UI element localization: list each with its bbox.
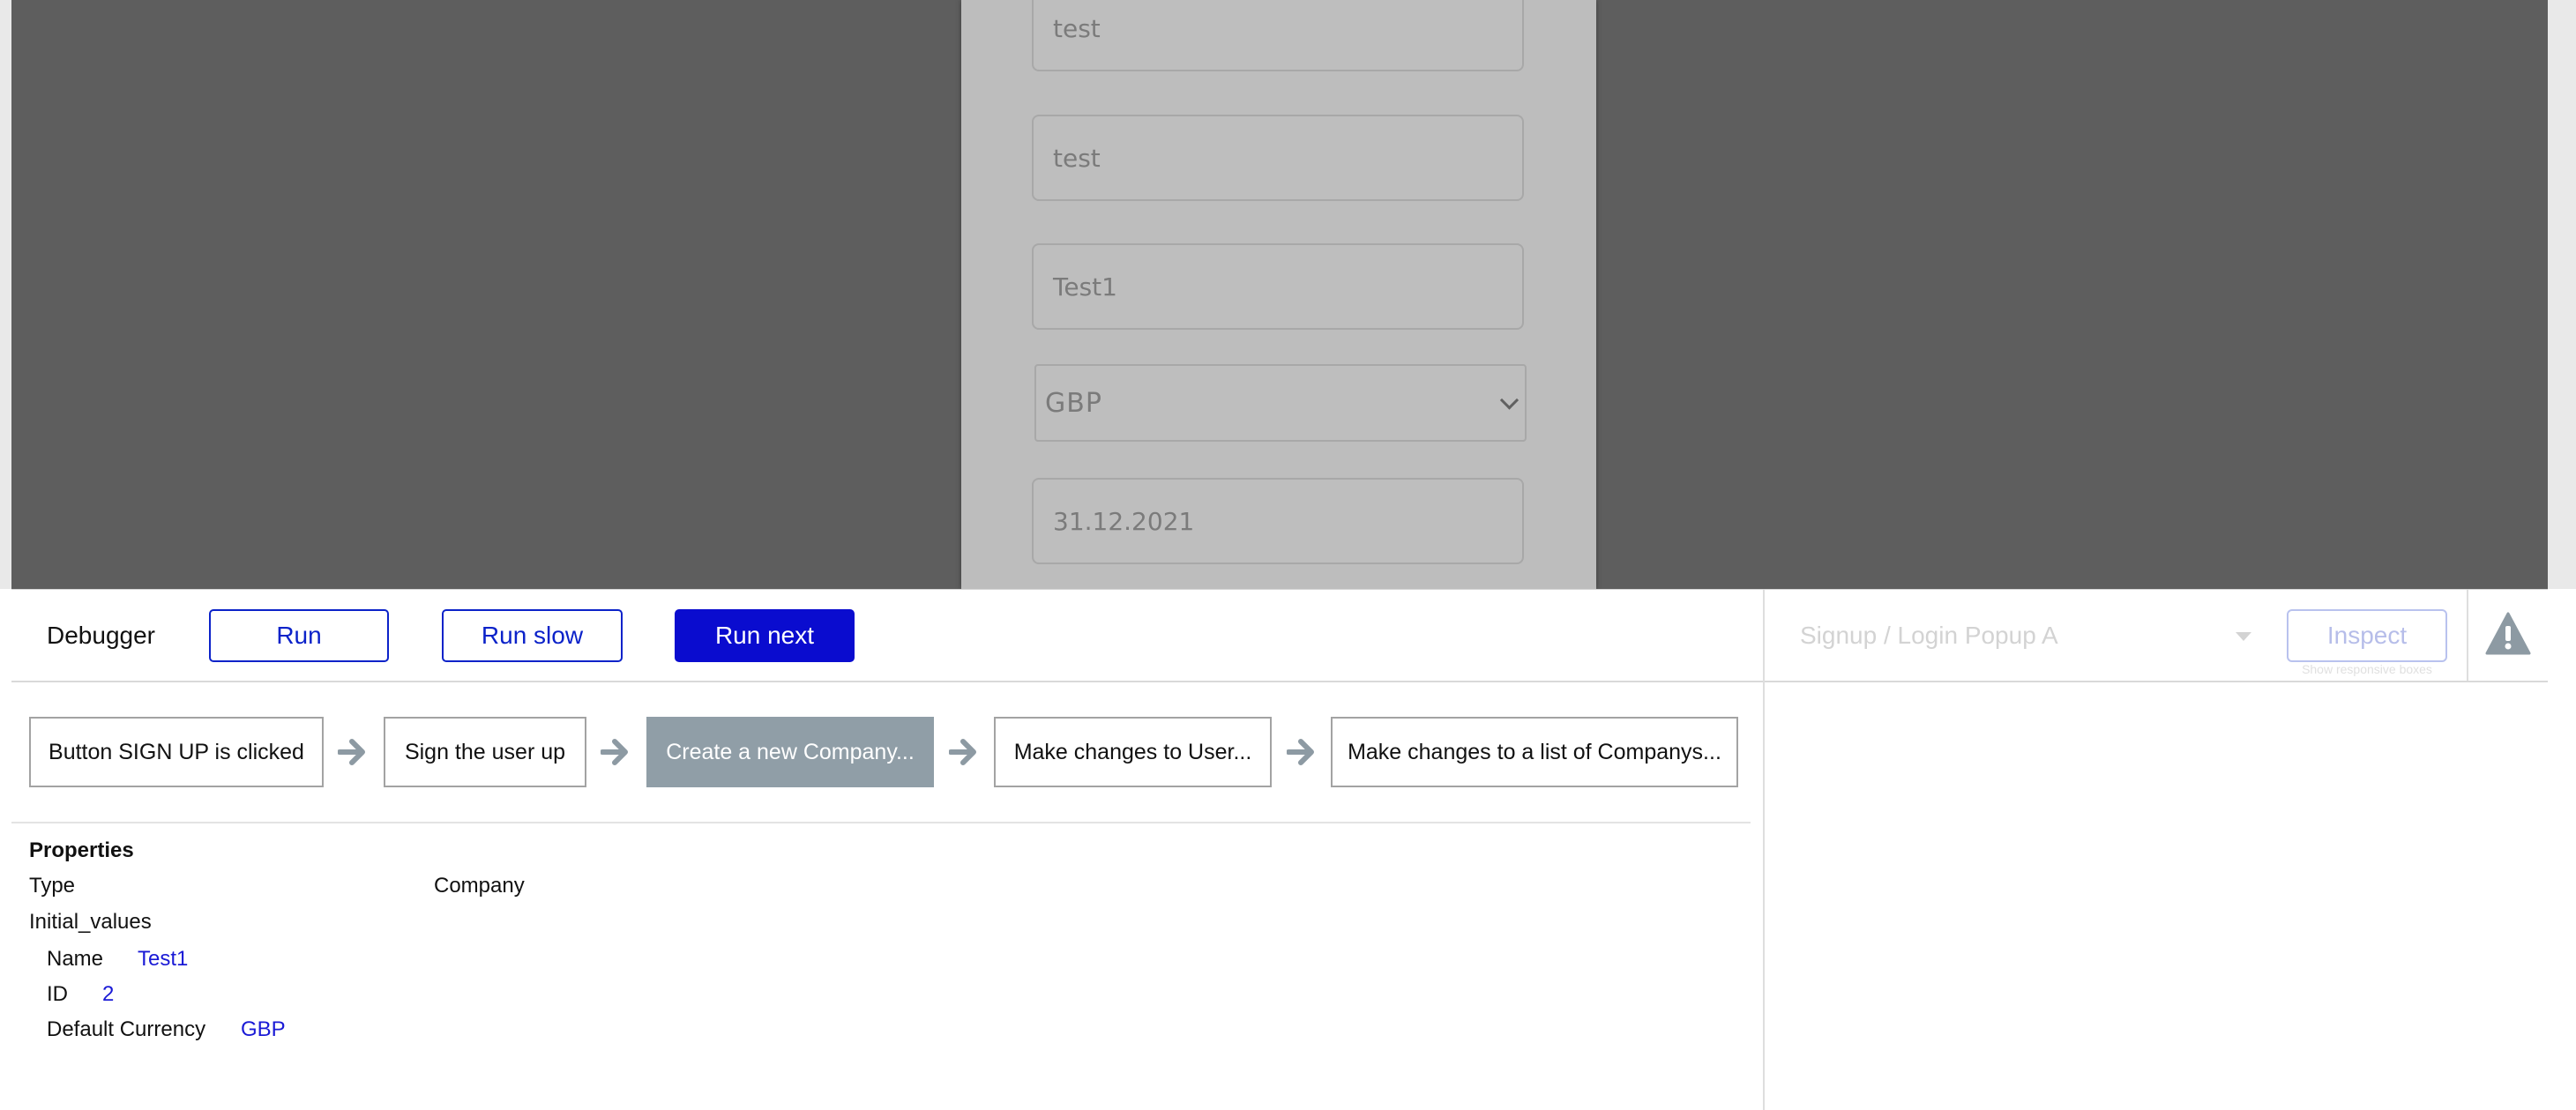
initial-values-label: Initial_values <box>29 910 152 934</box>
run-slow-button[interactable]: Run slow <box>442 609 623 662</box>
step-make-changes-companys[interactable]: Make changes to a list of Companys... <box>1331 717 1738 787</box>
input-field-1-value: test <box>1053 13 1101 43</box>
name-value: Test1 <box>138 947 189 971</box>
type-label: Type <box>29 874 76 898</box>
inspect-hint-text: Show responsive boxes <box>2302 662 2432 676</box>
date-field-value: 31.12.2021 <box>1053 506 1195 536</box>
toolbar-divider <box>2467 590 2468 681</box>
debugger-panel: Debugger Run Run slow Run next Signup / … <box>11 589 2548 1110</box>
steps-divider <box>11 822 1751 823</box>
id-value: 2 <box>102 982 115 1006</box>
caret-down-icon <box>2236 632 2251 641</box>
chevron-down-icon <box>1499 391 1519 410</box>
warning-icon[interactable] <box>2485 612 2531 656</box>
properties-heading: Properties <box>29 838 134 862</box>
step-sign-user-up[interactable]: Sign the user up <box>384 717 586 787</box>
type-value: Company <box>434 874 525 898</box>
name-label: Name <box>47 947 104 971</box>
debugger-toolbar: Debugger Run Run slow Run next Signup / … <box>11 590 2548 682</box>
company-name-field[interactable]: Test1 <box>1032 243 1524 330</box>
inspect-button[interactable]: Inspect <box>2287 609 2447 662</box>
date-field[interactable]: 31.12.2021 <box>1032 478 1524 564</box>
company-name-value: Test1 <box>1053 272 1117 302</box>
preview-right-edge <box>2548 0 2576 589</box>
input-field-2[interactable]: test <box>1032 115 1524 201</box>
arrow-right-icon <box>1287 739 1314 765</box>
run-button[interactable]: Run <box>209 609 389 662</box>
page-select-value: Signup / Login Popup A <box>1800 622 2058 649</box>
arrow-right-icon <box>338 739 365 765</box>
id-label: ID <box>47 982 68 1006</box>
panel-divider <box>1763 590 1765 1110</box>
arrow-right-icon <box>949 739 976 765</box>
input-field-2-value: test <box>1053 143 1101 173</box>
run-next-button[interactable]: Run next <box>675 609 855 662</box>
default-currency-value: GBP <box>241 1017 286 1041</box>
step-create-company[interactable]: Create a new Company... <box>646 717 934 787</box>
step-button-clicked[interactable]: Button SIGN UP is clicked <box>29 717 324 787</box>
default-currency-label: Default Currency <box>47 1017 206 1041</box>
app-preview: test test Test1 GBP 31.12.2021 <box>0 0 2576 589</box>
preview-left-edge <box>0 0 11 589</box>
step-make-changes-user[interactable]: Make changes to User... <box>994 717 1272 787</box>
currency-select[interactable]: GBP <box>1034 364 1527 442</box>
arrow-right-icon <box>601 739 628 765</box>
currency-select-value: GBP <box>1045 387 1102 419</box>
debugger-title: Debugger <box>47 622 155 649</box>
page-select-dropdown[interactable]: Signup / Login Popup A <box>1800 616 2259 655</box>
signup-popup: test test Test1 GBP 31.12.2021 <box>961 0 1596 589</box>
input-field-1[interactable]: test <box>1032 0 1524 71</box>
